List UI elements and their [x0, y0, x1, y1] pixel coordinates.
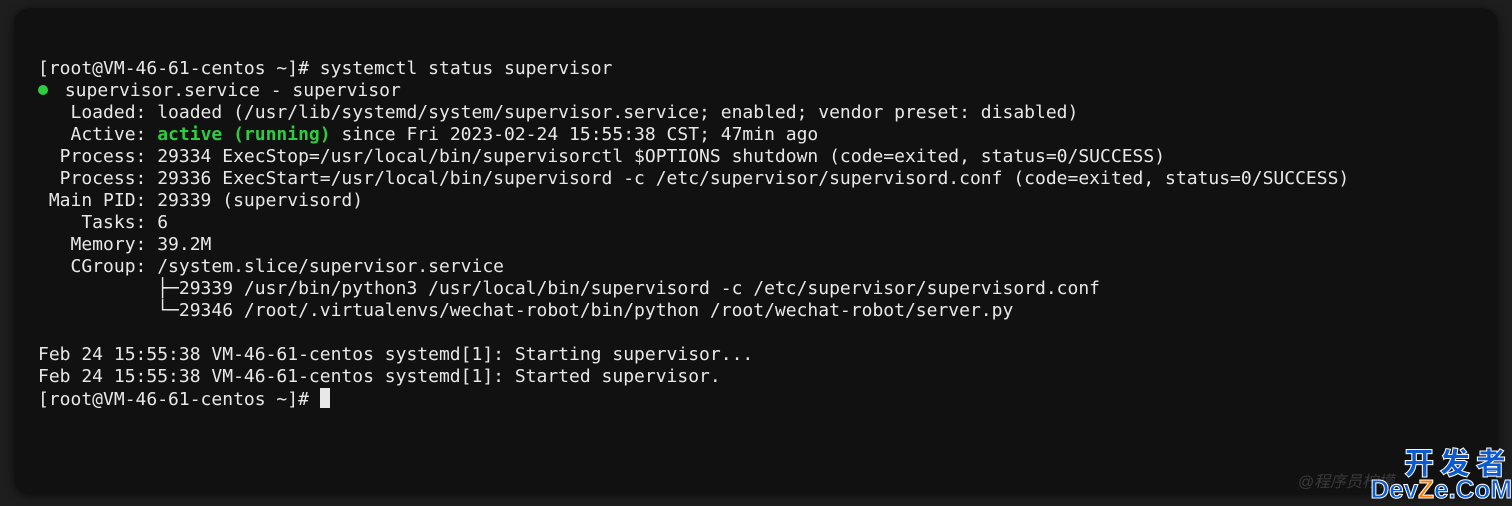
shell-prompt-idle: [root@VM-46-61-centos ~]#	[38, 389, 309, 410]
terminal-output: [root@VM-46-61-centos ~]# systemctl stat…	[38, 58, 1474, 411]
status-process-start: Process: 29336 ExecStart=/usr/local/bin/…	[38, 168, 1349, 189]
journal-line-2: Feb 24 15:55:38 VM-46-61-centos systemd[…	[38, 366, 721, 387]
status-active-prefix: Active:	[38, 124, 157, 145]
service-header: supervisor.service - supervisor	[54, 80, 401, 101]
cursor-icon	[320, 388, 330, 408]
status-loaded: Loaded: loaded (/usr/lib/systemd/system/…	[38, 102, 1078, 123]
shell-command: systemctl status supervisor	[320, 58, 613, 79]
terminal-window[interactable]: [root@VM-46-61-centos ~]# systemctl stat…	[14, 8, 1498, 494]
status-active-state: active (running)	[157, 124, 330, 145]
journal-line-1: Feb 24 15:55:38 VM-46-61-centos systemd[…	[38, 344, 753, 365]
shell-prompt: [root@VM-46-61-centos ~]#	[38, 58, 309, 79]
status-cgroup: CGroup: /system.slice/supervisor.service	[38, 256, 504, 277]
status-memory: Memory: 39.2M	[38, 234, 211, 255]
status-active-suffix: since Fri 2023-02-24 15:55:38 CST; 47min…	[331, 124, 819, 145]
status-tasks: Tasks: 6	[38, 212, 168, 233]
status-process-stop: Process: 29334 ExecStop=/usr/local/bin/s…	[38, 146, 1165, 167]
watermark-text: @程序员柠檬	[1298, 468, 1394, 492]
status-cgroup-proc-1: ├─29339 /usr/bin/python3 /usr/local/bin/…	[38, 278, 1100, 299]
status-dot-icon	[38, 85, 48, 95]
status-main-pid: Main PID: 29339 (supervisord)	[38, 190, 363, 211]
status-cgroup-proc-2: └─29346 /root/.virtualenvs/wechat-robot/…	[38, 300, 1013, 321]
